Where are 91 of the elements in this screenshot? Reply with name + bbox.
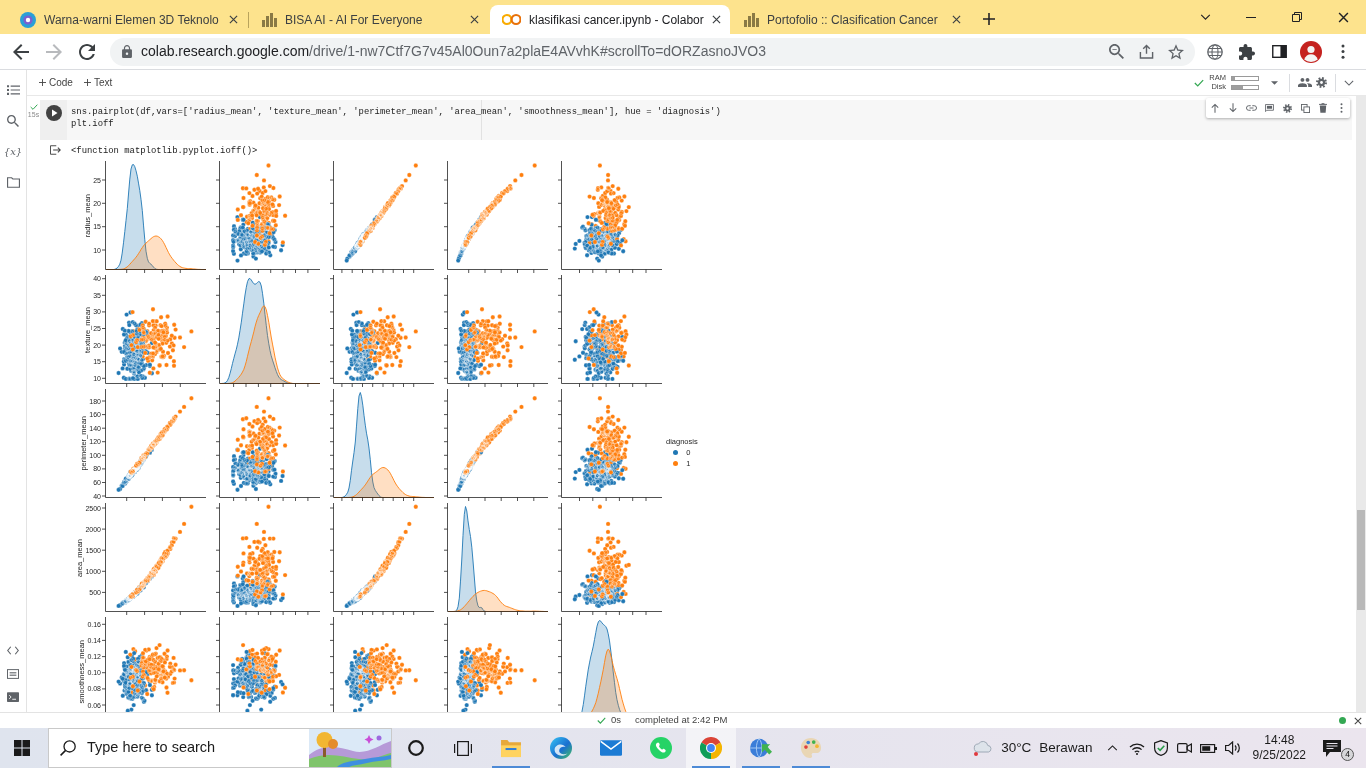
swirl-logo-icon	[550, 737, 572, 759]
search-field[interactable]: Type here to search	[87, 737, 300, 759]
status-message: completed at 2:42 PM	[635, 713, 728, 728]
minimize-icon[interactable]	[1246, 16, 1256, 18]
weather-condition[interactable]: Berawan	[1039, 737, 1093, 759]
speaker-icon[interactable]	[1224, 741, 1241, 755]
kebab-icon[interactable]	[1341, 44, 1345, 59]
share-icon[interactable]	[1138, 44, 1154, 59]
camera-icon[interactable]	[1177, 741, 1193, 755]
cloud-icon[interactable]	[973, 740, 994, 756]
exit-arrow-icon[interactable]	[49, 145, 61, 155]
search-highlight-illustration[interactable]	[309, 729, 391, 767]
play-icon[interactable]	[45, 105, 62, 121]
folder-icon[interactable]	[6, 177, 20, 188]
task-view-icon[interactable]	[453, 740, 472, 756]
comment-icon[interactable]	[1264, 104, 1274, 112]
code-brackets-icon[interactable]	[7, 646, 19, 655]
notification-count: 4	[1341, 748, 1354, 761]
list-icon[interactable]	[6, 84, 20, 95]
puzzle-icon[interactable]	[1239, 43, 1255, 60]
rings-logo-icon	[502, 14, 521, 25]
browser-tab[interactable]: BISA AI - AI For Everyone	[249, 5, 489, 34]
overlapping-squares-icon[interactable]	[1300, 103, 1310, 113]
list-box-icon[interactable]	[7, 668, 19, 679]
code-line: sns.pairplot(df,vars=['radius_mean', 'texture_mean', 'perimeter_mean', 'area_mean', 'smoothness_mean'], hue = 'diagnosis')	[71, 106, 721, 118]
arrow-down-icon[interactable]	[1229, 103, 1237, 113]
code-editor[interactable]: sns.pairplot(df,vars=['radius_mean', 'texture_mean', 'perimeter_mean', 'area_mean', 'smoothness_mean'], hue = 'diagnosis') plt.ioff	[67, 100, 1352, 140]
close-icon[interactable]	[1354, 716, 1362, 725]
circle-logo-icon	[20, 11, 36, 28]
close-icon[interactable]	[711, 15, 721, 24]
bars-logo-icon	[743, 12, 759, 27]
battery-icon[interactable]	[1200, 743, 1218, 753]
add-cell-button[interactable]: Text	[81, 72, 115, 93]
caret-up-icon[interactable]	[1107, 745, 1119, 751]
star-icon[interactable]	[1168, 43, 1184, 60]
scrollbar-thumb[interactable]	[1357, 510, 1365, 610]
speech-bubble-icon[interactable]	[1323, 739, 1341, 757]
back-arrow-icon[interactable]	[12, 43, 29, 60]
chevron-down-icon[interactable]	[1199, 14, 1211, 20]
chevron-down-icon[interactable]	[1344, 79, 1354, 86]
browser-tab[interactable]: Portofolio :: Clasification Cancer	[731, 5, 971, 34]
globe-icon[interactable]	[1207, 43, 1223, 60]
side-panel-icon[interactable]	[1271, 45, 1287, 58]
terminal-icon[interactable]	[7, 691, 19, 702]
kebab-icon[interactable]	[1339, 103, 1343, 113]
restore-icon[interactable]	[1292, 12, 1302, 22]
caret-down-icon[interactable]	[1270, 80, 1278, 85]
code-line: plt.ioff	[71, 118, 114, 130]
close-icon[interactable]	[229, 15, 238, 24]
clock-date[interactable]: 9/25/2022	[1252, 748, 1306, 763]
shield-icon[interactable]	[1153, 740, 1168, 756]
windows-logo-icon[interactable]	[14, 740, 30, 756]
add-cell-button[interactable]: Code	[37, 72, 75, 93]
plus-icon[interactable]	[983, 13, 995, 25]
zoom-out-icon[interactable]	[1108, 44, 1124, 59]
people-icon[interactable]	[1298, 78, 1312, 87]
run-duration: 0s	[611, 713, 622, 728]
tricolor-circle-icon	[700, 737, 722, 759]
temperature-text[interactable]: 30°C	[1001, 737, 1032, 759]
address-field[interactable]: colab.research.google.com/drive/1-nw7Ctf7G7v45Al0Oun7a2plaE4AVvhK#scrollTo=dORZasnoJVO3	[110, 37, 1195, 66]
link-icon[interactable]	[1245, 105, 1257, 111]
close-icon[interactable]	[470, 15, 479, 24]
arrow-up-icon[interactable]	[1211, 103, 1219, 113]
search-bar[interactable]: Type here to search	[48, 728, 392, 768]
output-text: <function matplotlib.pyplot.ioff()>	[71, 145, 258, 157]
plus-icon	[39, 79, 46, 86]
variables-label[interactable]: {x}	[3, 144, 23, 159]
browser-tab[interactable]: klasifikasi cancer.ipynb - Colabor	[490, 5, 730, 34]
plus-icon	[83, 79, 91, 86]
clock-time[interactable]: 14:48	[1264, 733, 1295, 748]
trash-icon[interactable]	[1319, 103, 1327, 113]
reload-icon[interactable]	[78, 43, 95, 60]
palette-icon	[800, 737, 822, 759]
avatar-icon[interactable]	[1300, 40, 1322, 63]
lock-icon[interactable]	[122, 45, 132, 58]
close-icon[interactable]	[952, 15, 961, 24]
globe-arrow-icon	[749, 737, 773, 759]
url-text: colab.research.google.com/drive/1-nw7Ctf7G7v45Al0Oun7a2plaE4AVvhK#scrollTo=dORZasnoJVO3	[141, 42, 767, 61]
folder-icon	[500, 738, 522, 758]
wifi-icon[interactable]	[1128, 741, 1145, 755]
search-icon[interactable]	[7, 114, 19, 127]
close-icon[interactable]	[1337, 11, 1349, 23]
bars-logo-icon	[261, 12, 277, 27]
taskbar-app-button[interactable]	[686, 728, 736, 768]
browser-tab[interactable]: Warna-warni Elemen 3D Teknolo	[8, 5, 248, 34]
phone-bubble-icon	[650, 737, 672, 759]
search-icon	[60, 740, 76, 756]
settings-icon[interactable]	[1316, 77, 1327, 88]
settings-icon[interactable]	[1282, 103, 1292, 113]
envelope-icon	[600, 740, 622, 756]
ring-icon[interactable]	[407, 740, 424, 756]
